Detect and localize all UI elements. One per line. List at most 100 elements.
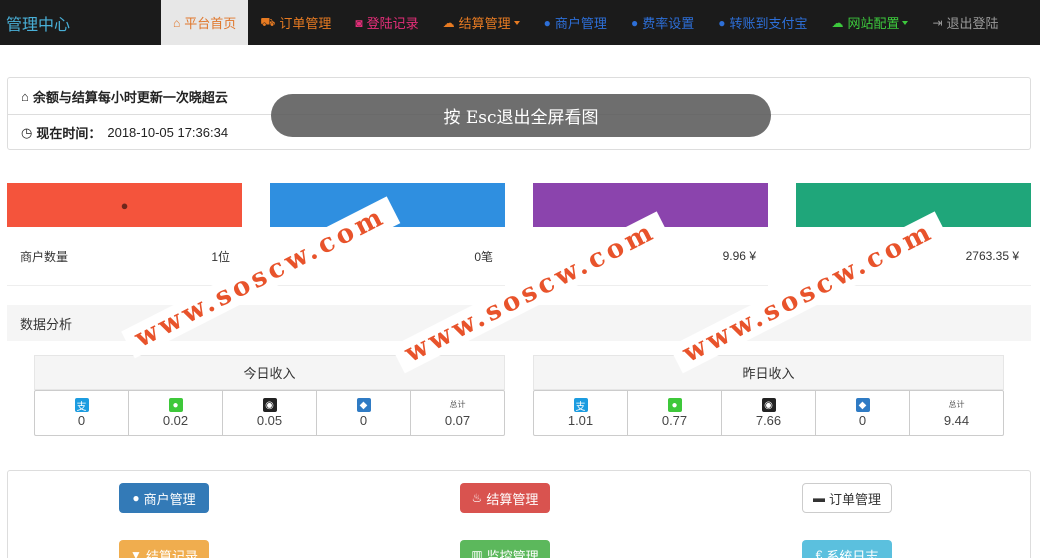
notice-text: 余额与结算每小时更新一次晓超云 <box>32 89 228 105</box>
nav-item-label: 平台首页 <box>184 16 237 31</box>
stat-label: 商户数量 <box>20 249 69 264</box>
stat-card-body: 商户数量 1位 <box>20 246 230 266</box>
nav-item-5[interactable]: ● 费率设置 <box>619 0 706 45</box>
stat-card-header: ● <box>7 183 242 227</box>
wechat-icon: ● <box>168 398 183 412</box>
watermark: www.soscw.com <box>669 211 948 374</box>
stat-card-header <box>796 183 1031 227</box>
income-value: 1.01 <box>567 413 594 428</box>
watermark: www.soscw.com <box>391 211 670 374</box>
income-cell: ● 0.02 <box>129 391 223 435</box>
shortcut-button[interactable]: ● 商户管理 <box>119 483 209 513</box>
income-value: 0.05 <box>256 413 283 428</box>
nav-menu: ⌂ 平台首页 ⛟ 订单管理 ◙ 登陆记录 ☁ 结算管理 ● 商户管理 ● 费率设置 ● 转账到支付宝 ☁ 网站… <box>161 0 1011 45</box>
income-value: 9.44 <box>943 413 970 428</box>
nav-item-2[interactable]: ◙ 登陆记录 <box>343 0 430 45</box>
shortcut-button-label: 结算管理 <box>486 491 539 507</box>
nav-item-4[interactable]: ● 商户管理 <box>532 0 619 45</box>
cloud-icon: ☁ <box>442 15 455 30</box>
user-icon: ● <box>630 15 639 30</box>
nav-item-1[interactable]: ⛟ 订单管理 <box>248 0 343 45</box>
nav-item-7[interactable]: ☁ 网站配置 <box>819 0 920 45</box>
grid-icon: ▥ <box>471 548 483 558</box>
nav-item-label: 结算管理 <box>458 16 511 31</box>
income-cell: 支0 <box>35 391 129 435</box>
income-value: 0 <box>858 413 867 428</box>
shortcut-button[interactable]: ▼ 结算记录 <box>119 540 209 558</box>
shortcut-button-label: 订单管理 <box>828 491 881 507</box>
wechat-icon: ● <box>667 398 682 412</box>
qq-icon: ◉ <box>262 398 277 412</box>
total-icon: 总计 <box>948 400 965 409</box>
today-income-title: 今日收入 <box>34 355 505 390</box>
nav-item-label: 登陆记录 <box>366 16 419 31</box>
home-icon: ⌂ <box>173 15 181 30</box>
income-cell: ◆ 0 <box>317 391 411 435</box>
clock-icon: ◷ <box>21 124 33 140</box>
time-label: 现在时间： <box>36 126 102 141</box>
euro-icon: € <box>815 548 823 558</box>
brand-title[interactable]: 管理中心 <box>0 11 161 35</box>
yesterday-income-title: 昨日收入 <box>533 355 1004 390</box>
yesterday-income-cells: 支 1.01 ● 0.77 ◉ 7.66 ◆ 0 总计 9.44 <box>533 390 1004 436</box>
alipay-icon: 支 <box>573 398 588 413</box>
income-cell: ◉ 0.05 <box>223 391 317 435</box>
top-navbar: 管理中心 ⌂ 平台首页 ⛟ 订单管理 ◙ 登陆记录 ☁ 结算管理 ● 商户管理 ● 费率设置 ● 转账到支… <box>0 0 1040 45</box>
total-icon: 总计 <box>449 400 466 409</box>
income-cell: ● 0.77 <box>628 391 722 435</box>
shortcut-button[interactable]: ♨ 结算管理 <box>460 483 550 513</box>
nav-item-label: 费率设置 <box>642 16 695 31</box>
shortcut-button-label: 系统日志 <box>826 548 879 558</box>
income-cell: ◆ 0 <box>816 391 910 435</box>
home-icon: ⌂ <box>21 88 29 104</box>
income-value: 7.66 <box>755 413 782 428</box>
income-value: 0.77 <box>661 413 688 428</box>
nav-item-6[interactable]: ● 转账到支付宝 <box>706 0 819 45</box>
nav-item-0[interactable]: ⌂ 平台首页 <box>161 0 249 45</box>
shield-icon: ◆ <box>356 398 371 412</box>
stat-value: 0笔 <box>474 249 493 264</box>
user-icon: ● <box>718 15 726 30</box>
income-cell: ◉ 7.66 <box>722 391 816 435</box>
fire-icon: ♨ <box>471 491 483 505</box>
stat-value: 9.96 ¥ <box>722 249 756 263</box>
fullscreen-exit-hint[interactable]: 按 Esc退出全屏看图 <box>271 94 771 137</box>
user-icon: ● <box>543 15 551 30</box>
shortcut-button[interactable]: ▬ 订单管理 <box>802 483 892 513</box>
shield-icon: ◆ <box>855 398 870 412</box>
minus-icon: ▬ <box>812 491 825 505</box>
filter-icon: ▼ <box>130 548 142 558</box>
nav-item-8[interactable]: ⇥ 退出登陆 <box>920 0 1010 45</box>
nav-item-label: 订单管理 <box>279 16 332 31</box>
nav-item-label: 转账到支付宝 <box>729 16 808 31</box>
caret-down-icon <box>902 20 909 25</box>
current-time: 2018-10-05 17:36:34 <box>107 125 229 140</box>
stat-value: 2763.35 ¥ <box>965 249 1019 263</box>
shortcut-button[interactable]: € 系统日志 <box>802 540 892 558</box>
income-value: 0 <box>359 413 368 428</box>
yesterday-income-panel: 昨日收入 支 1.01 ● 0.77 ◉ 7.66 ◆ 0 总计 9.44 <box>533 355 1004 436</box>
user-icon: ● <box>120 197 129 213</box>
caret-down-icon <box>513 20 520 25</box>
nav-item-label: 商户管理 <box>554 16 607 31</box>
nav-item-label: 网站配置 <box>847 16 900 31</box>
cart-icon: ⛟ <box>260 14 276 29</box>
camera-icon: ◙ <box>355 15 363 30</box>
nav-item-3[interactable]: ☁ 结算管理 <box>431 0 532 45</box>
shortcut-button-label: 商户管理 <box>143 491 196 507</box>
income-value: 0.07 <box>444 413 471 428</box>
divider <box>7 285 242 286</box>
nav-item-label: 退出登陆 <box>946 16 999 31</box>
income-value: 0 <box>77 413 86 428</box>
qq-icon: ◉ <box>761 398 776 412</box>
divider <box>270 285 505 286</box>
shortcut-button-label: 监控管理 <box>486 548 539 558</box>
user-icon: ● <box>132 491 140 505</box>
income-value: 0.02 <box>162 413 189 428</box>
shortcut-button[interactable]: ▥ 监控管理 <box>460 540 550 558</box>
income-cell: 总计 0.07 <box>411 391 504 435</box>
cloud-icon: ☁ <box>831 15 844 30</box>
today-income-cells: 支 0 ● 0.02 ◉ 0.05 ◆ 0 总计 0.07 <box>34 390 505 436</box>
shortcut-button-label: 结算记录 <box>145 548 198 558</box>
logout-icon: ⇥ <box>932 15 943 30</box>
